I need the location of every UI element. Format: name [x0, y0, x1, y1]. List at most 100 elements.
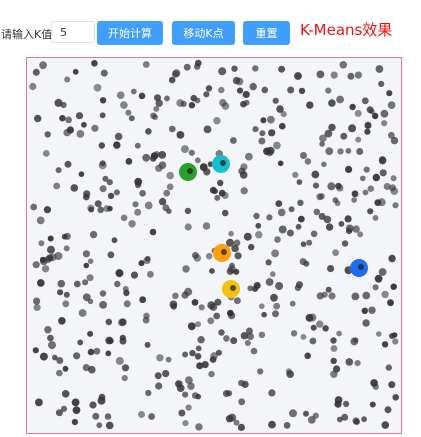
data-point	[272, 97, 279, 104]
data-point	[233, 419, 240, 426]
data-point	[62, 365, 69, 372]
data-point	[207, 301, 216, 310]
data-point	[221, 192, 229, 199]
data-point	[201, 361, 209, 369]
data-point	[187, 322, 196, 331]
data-point	[392, 394, 400, 401]
data-point	[81, 121, 87, 128]
data-point	[166, 171, 174, 180]
data-point	[33, 303, 41, 312]
data-point	[52, 354, 58, 361]
data-point	[316, 70, 325, 79]
data-point	[106, 179, 113, 186]
data-point	[122, 286, 129, 292]
reset-button[interactable]: 重置	[243, 21, 290, 45]
data-point	[93, 347, 101, 355]
data-point	[207, 317, 215, 325]
data-point	[180, 145, 189, 154]
data-point	[199, 163, 208, 171]
data-point	[142, 61, 150, 68]
data-point	[96, 422, 103, 429]
data-point	[334, 200, 341, 207]
k-value-input[interactable]	[51, 21, 95, 43]
data-point	[189, 349, 196, 357]
data-point	[228, 230, 234, 237]
data-point	[219, 98, 227, 107]
data-point	[143, 312, 150, 319]
data-point	[59, 115, 66, 122]
data-point	[306, 101, 314, 109]
data-point	[260, 117, 267, 124]
data-point	[156, 354, 164, 362]
data-point	[197, 336, 205, 344]
data-point	[300, 334, 307, 340]
data-point	[328, 123, 336, 132]
data-point	[226, 390, 233, 397]
data-point	[91, 60, 98, 67]
data-point	[266, 214, 273, 221]
data-point	[218, 67, 227, 76]
data-point	[343, 400, 350, 407]
data-point	[336, 416, 343, 423]
page-title: K-Means效果	[300, 21, 393, 39]
move-k-points-button[interactable]: 移动K点	[172, 21, 235, 45]
data-point	[340, 132, 348, 140]
data-point	[295, 223, 302, 230]
data-point	[54, 98, 63, 107]
data-point	[191, 299, 199, 306]
data-point	[91, 124, 99, 132]
data-point	[265, 278, 274, 286]
data-point	[169, 125, 176, 133]
data-point	[361, 307, 368, 314]
data-point	[351, 190, 359, 198]
data-point	[47, 235, 54, 242]
data-point	[53, 182, 61, 190]
data-point	[322, 325, 329, 332]
data-point	[309, 337, 317, 345]
data-point	[107, 251, 115, 259]
data-point	[223, 335, 230, 342]
data-point	[374, 199, 382, 207]
centroid-dot	[230, 285, 236, 291]
data-point	[71, 398, 80, 407]
data-point	[234, 297, 241, 305]
kmeans-canvas[interactable]	[26, 57, 402, 434]
data-point	[351, 292, 360, 301]
data-point	[139, 190, 146, 197]
data-point	[113, 141, 121, 149]
data-point	[213, 117, 221, 125]
data-point	[64, 160, 72, 168]
data-point	[392, 202, 399, 209]
data-point	[325, 147, 334, 156]
data-point	[47, 245, 55, 254]
data-point	[352, 337, 359, 343]
data-point	[57, 289, 64, 296]
data-point	[75, 112, 84, 120]
data-point	[30, 203, 38, 211]
data-point	[121, 375, 128, 382]
data-point	[298, 87, 306, 95]
data-point	[107, 192, 115, 200]
start-calculation-button[interactable]: 开始计算	[97, 21, 163, 45]
data-point	[297, 199, 304, 206]
data-point	[62, 300, 70, 308]
data-point	[310, 324, 317, 331]
data-point	[58, 317, 66, 325]
data-point	[374, 274, 383, 283]
data-point	[362, 319, 370, 327]
data-point	[218, 329, 225, 336]
data-point	[364, 128, 371, 135]
data-point	[270, 271, 276, 277]
data-point	[147, 270, 154, 278]
data-point	[128, 220, 136, 228]
data-point	[105, 421, 114, 430]
data-point	[113, 189, 120, 196]
data-point	[385, 364, 392, 371]
data-point	[203, 125, 212, 134]
data-point	[292, 171, 299, 178]
data-point	[245, 152, 253, 161]
data-point	[242, 90, 250, 99]
data-point	[261, 86, 269, 94]
data-point	[182, 265, 190, 273]
data-point	[389, 184, 396, 192]
